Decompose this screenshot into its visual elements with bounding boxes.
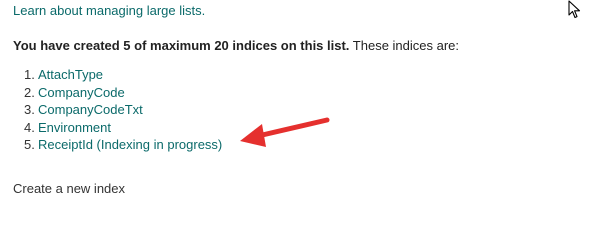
index-list-item: 4. Environment [24, 119, 222, 137]
index-list-item: 1. AttachType [24, 66, 222, 84]
indices-intro-text: These indices are: [349, 38, 460, 53]
index-list-item: 5. ReceiptId (Indexing in progress) [24, 136, 222, 154]
index-number: 4. [24, 119, 35, 135]
index-link-companycode[interactable]: CompanyCode [38, 85, 125, 100]
index-summary: You have created 5 of maximum 20 indices… [13, 38, 459, 54]
arrow-shaft [255, 117, 330, 139]
index-number: 2. [24, 84, 35, 100]
index-link-environment[interactable]: Environment [38, 120, 111, 135]
index-number: 5. [24, 137, 35, 152]
index-list: 1. AttachType 2. CompanyCode 3. CompanyCode… [24, 66, 222, 154]
arrow-head [240, 124, 266, 147]
index-number: 3. [24, 102, 35, 117]
index-link-receiptid[interactable]: ReceiptId (Indexing in progress) [38, 137, 222, 152]
index-list-item: 3. CompanyCodeTxt [24, 101, 222, 119]
mouse-pointer-icon [568, 0, 581, 19]
index-link-companycodetxt[interactable]: CompanyCodeTxt [38, 102, 143, 117]
index-list-item: 2. CompanyCode [24, 84, 222, 102]
index-count-text: You have created 5 of maximum 20 indices… [13, 38, 350, 53]
index-link-attachtype[interactable]: AttachType [38, 67, 103, 82]
index-number: 1. [24, 67, 35, 82]
learn-large-lists-link[interactable]: Learn about managing large lists. [13, 3, 205, 19]
create-new-index-link[interactable]: Create a new index [13, 181, 125, 197]
